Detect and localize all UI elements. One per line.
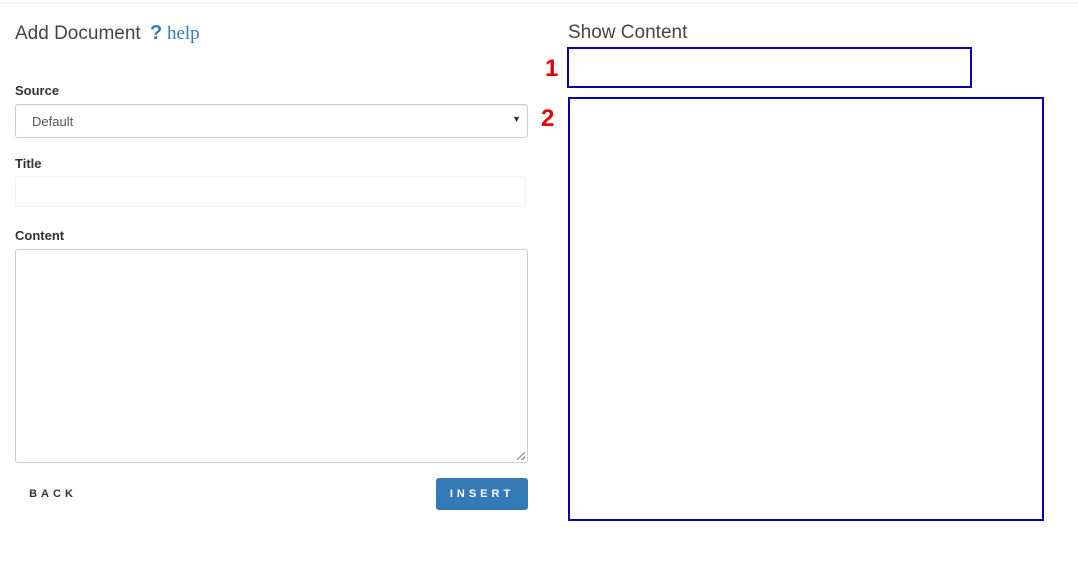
top-divider xyxy=(0,3,1078,4)
title-input[interactable] xyxy=(15,176,526,207)
source-select[interactable]: Default ▼ xyxy=(15,104,528,138)
content-textarea[interactable] xyxy=(15,249,528,463)
title-label: Title xyxy=(15,156,42,171)
show-content-title-box xyxy=(567,47,972,88)
caret-down-icon: ▼ xyxy=(512,114,521,124)
page-title-text: Add Document xyxy=(15,23,141,44)
back-button[interactable]: BACK xyxy=(15,478,91,510)
annotation-marker-1: 1 xyxy=(545,55,559,82)
help-link-label: help xyxy=(166,23,200,44)
help-link[interactable]: ? help xyxy=(149,22,200,44)
annotation-marker-2: 2 xyxy=(541,105,555,132)
content-label: Content xyxy=(15,228,65,243)
show-content-body-box xyxy=(568,97,1044,521)
resize-grip-icon[interactable] xyxy=(517,452,525,460)
show-content-title: Show Content xyxy=(568,22,688,43)
source-label: Source xyxy=(15,83,60,98)
page-title: Add Document ? help xyxy=(15,22,200,45)
insert-button[interactable]: INSERT xyxy=(436,478,528,510)
source-select-value: Default xyxy=(32,114,74,129)
question-mark-icon: ? xyxy=(149,22,163,44)
